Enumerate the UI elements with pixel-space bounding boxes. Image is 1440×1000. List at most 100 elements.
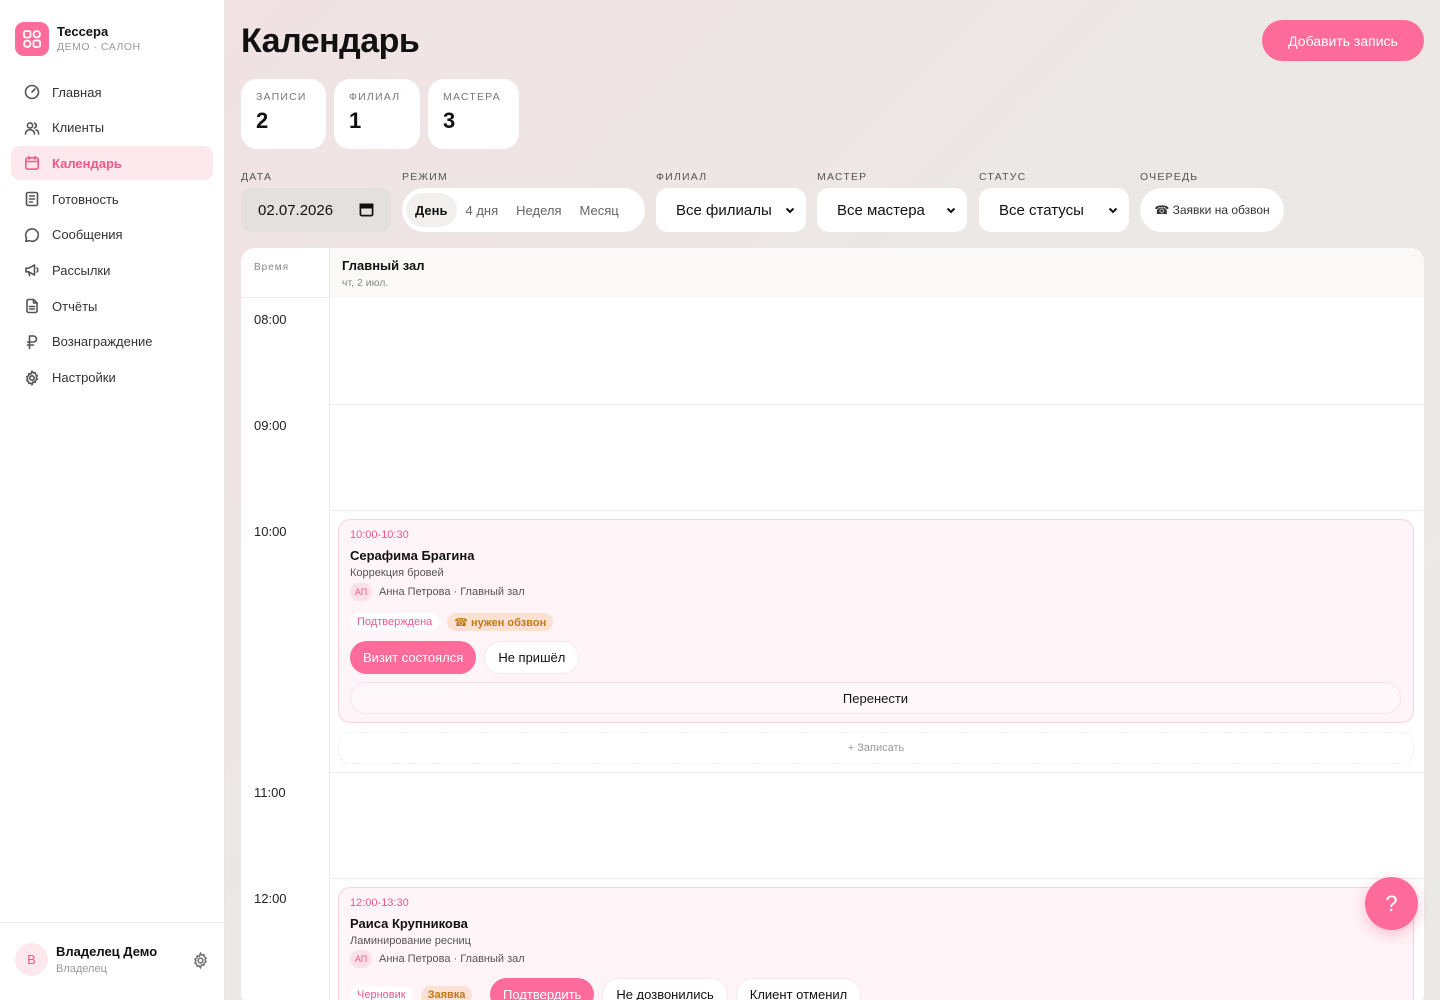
sidebar-item-readiness[interactable]: Готовность: [11, 182, 213, 216]
master-name: Анна Петрова · Главный зал: [379, 953, 525, 965]
appointment-time: 10:00-10:30: [350, 529, 409, 541]
call-needed-badge: ☎ нужен обзвон: [447, 613, 554, 631]
page-title: Календарь: [241, 22, 420, 60]
sidebar-item-label: Отчёты: [52, 298, 98, 314]
date-input[interactable]: 02.07.2026: [241, 188, 391, 232]
mode-week-button[interactable]: Неделя: [507, 193, 570, 227]
status-badge: Черновик: [350, 986, 413, 1000]
calendar-icon: [24, 156, 39, 171]
sidebar-item-settings[interactable]: Настройки: [11, 361, 213, 395]
hour-divider: [329, 404, 1424, 405]
add-appointment-button[interactable]: Добавить запись: [1262, 20, 1424, 61]
hour-label: 10:00: [254, 524, 287, 539]
user-name: Владелец Демо: [56, 944, 158, 959]
appointment-card[interactable]: 12:00-13:30 Раиса Крупникова Ламинирован…: [338, 887, 1414, 1000]
sidebar-item-clients[interactable]: Клиенты: [11, 111, 213, 145]
sidebar-item-label: Сообщения: [52, 227, 123, 243]
checklist-icon: [25, 191, 39, 207]
book-slot-button[interactable]: + Записать: [338, 732, 1414, 764]
no-show-button[interactable]: Не пришёл: [484, 641, 580, 674]
sidebar-item-rewards[interactable]: Вознаграждение: [11, 325, 213, 359]
master-select-value: Все мастера: [837, 201, 925, 219]
confirm-button[interactable]: Подтвердить: [490, 978, 595, 1000]
calendar-header: Время Главный зал чт, 2 июл.: [241, 248, 1424, 298]
mode-4days-button[interactable]: 4 дня: [457, 193, 508, 227]
appointment-actions: Визит состоялся Не пришёл: [350, 641, 587, 674]
day-calendar: Время Главный зал чт, 2 июл. 08:00 09:00…: [241, 248, 1424, 1000]
hour-divider: [329, 878, 1424, 879]
date-label: Дата: [241, 171, 273, 183]
sidebar-item-home[interactable]: Главная: [11, 75, 213, 109]
stat-value: 1: [349, 108, 362, 133]
call-queue-button[interactable]: ☎ Заявки на обзвон: [1140, 188, 1284, 232]
hour-divider: [329, 510, 1424, 511]
appointment-time: 12:00-13:30: [350, 897, 409, 909]
sidebar-item-label: Рассылки: [52, 262, 111, 278]
appointment-badges: Подтверждена ☎ нужен обзвон: [350, 613, 561, 631]
no-answer-button[interactable]: Не дозвонились: [602, 978, 728, 1000]
sidebar-item-messages[interactable]: Сообщения: [11, 218, 213, 252]
view-mode-switch: День 4 дня Неделя Месяц: [402, 188, 645, 232]
help-button[interactable]: ?: [1365, 877, 1418, 930]
appointment-client[interactable]: Раиса Крупникова: [350, 916, 468, 931]
main-content: Календарь Добавить запись Записи 2 Филиа…: [225, 0, 1440, 1000]
sidebar-item-label: Главная: [52, 84, 102, 100]
hour-label: 09:00: [254, 418, 287, 433]
sidebar-item-mailings[interactable]: Рассылки: [11, 253, 213, 287]
room-name: Главный зал: [342, 258, 425, 273]
sidebar-item-label: Готовность: [52, 191, 119, 207]
sidebar-item-reports[interactable]: Отчёты: [11, 289, 213, 323]
master-initials: АП: [350, 950, 372, 968]
stat-appointments: Записи 2: [241, 79, 326, 149]
client-cancelled-button[interactable]: Клиент отменил: [735, 978, 862, 1000]
stat-value: 2: [256, 108, 269, 133]
sidebar-nav: Главная Клиенты Календарь Готовность Соо…: [11, 75, 213, 396]
brand-subtitle: Демо · салон: [57, 41, 141, 53]
request-badge: Заявка: [420, 986, 473, 1000]
mode-month-button[interactable]: Месяц: [571, 193, 628, 227]
brand-logo-icon: [15, 22, 49, 56]
status-select[interactable]: Все статусы: [979, 188, 1129, 232]
user-role: Владелец: [56, 963, 107, 975]
time-column-header: Время: [254, 262, 290, 273]
appointment-badges: Черновик Заявка: [350, 986, 480, 1000]
branch-select-value: Все филиалы: [676, 201, 772, 219]
sidebar-item-label: Календарь: [52, 155, 122, 171]
avatar[interactable]: В: [15, 943, 48, 976]
sidebar-item-label: Вознаграждение: [52, 334, 153, 350]
mode-day-button[interactable]: День: [406, 193, 457, 227]
calendar-picker-icon[interactable]: [359, 202, 374, 217]
document-icon: [26, 298, 38, 314]
date-value: 02.07.2026: [258, 201, 334, 219]
stat-label: Записи: [256, 91, 307, 103]
brand[interactable]: Тессера Демо · салон: [15, 22, 141, 56]
stat-branches: Филиал 1: [334, 79, 420, 149]
status-badge: Подтверждена: [350, 613, 440, 631]
reschedule-button[interactable]: Перенести: [350, 682, 1401, 714]
user-settings-button[interactable]: [192, 951, 209, 970]
gear-icon: [193, 951, 208, 970]
chevron-down-icon: [946, 207, 956, 214]
ruble-icon: [26, 335, 38, 350]
hour-label: 12:00: [254, 891, 287, 906]
master-select[interactable]: Все мастера: [817, 188, 967, 232]
appointment-actions: Подтвердить Не дозвонились Клиент отмени…: [490, 978, 869, 1000]
master-label: Мастер: [817, 171, 868, 183]
chevron-down-icon: [1108, 207, 1118, 214]
gauge-icon: [24, 84, 40, 100]
sidebar-item-label: Настройки: [52, 370, 116, 385]
appointment-client[interactable]: Серафима Брагина: [350, 548, 474, 563]
appointment-master: АП Анна Петрова · Главный зал: [350, 583, 525, 601]
appointment-service: Ламинирование ресниц: [350, 935, 471, 947]
sidebar: Тессера Демо · салон Главная Клиенты Кал…: [0, 0, 225, 1000]
visit-done-button[interactable]: Визит состоялся: [350, 641, 477, 674]
stat-label: Мастера: [443, 91, 501, 103]
queue-label: Очередь: [1140, 171, 1199, 183]
branch-select[interactable]: Все филиалы: [656, 188, 806, 232]
hour-label: 08:00: [254, 312, 287, 327]
room-date: чт, 2 июл.: [342, 277, 389, 289]
status-select-value: Все статусы: [999, 201, 1084, 219]
appointment-card[interactable]: 10:00-10:30 Серафима Брагина Коррекция б…: [338, 519, 1414, 723]
stat-masters: Мастера 3: [428, 79, 519, 149]
sidebar-item-calendar[interactable]: Календарь: [11, 146, 213, 181]
